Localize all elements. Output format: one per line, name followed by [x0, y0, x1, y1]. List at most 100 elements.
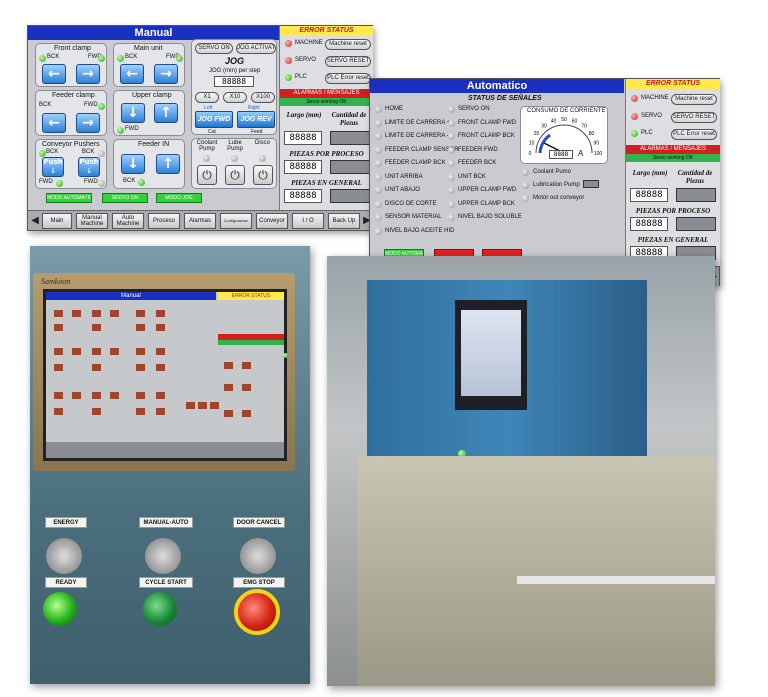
jog-step-input[interactable]: 88888: [214, 76, 254, 87]
servo-on-button[interactable]: SERVO ON: [102, 193, 148, 203]
cycle-start-button[interactable]: [143, 592, 177, 626]
front-clamp-left-button[interactable]: ←: [42, 64, 66, 84]
x10-button[interactable]: X10: [223, 92, 247, 103]
jog-activated-toggle[interactable]: JOG ACTIVATED: [236, 43, 276, 54]
cut-label: Cut: [208, 129, 216, 135]
hmi-frame: Manual ERROR STATUS: [43, 289, 287, 461]
status-label: LIMITE DE CARRERA +: [385, 119, 451, 126]
feeder-clamp-left-button[interactable]: ←: [42, 113, 66, 133]
collage: Manual Front clamp BCK FWD ← → Main unit…: [0, 0, 768, 697]
pusher-left-indicator: [39, 150, 46, 157]
mini-button: [156, 392, 165, 399]
door-cancel-selector[interactable]: [240, 538, 276, 574]
energy-label: ENERGY: [45, 517, 87, 528]
main-unit-right-button[interactable]: →: [154, 64, 178, 84]
mini-button: [242, 410, 251, 417]
largo-value[interactable]: 88888: [284, 131, 322, 145]
x1-button[interactable]: X1: [195, 92, 219, 103]
coolant-power-button[interactable]: ⏻: [197, 165, 217, 185]
servo-reset-button[interactable]: SERVO RESET: [325, 56, 371, 67]
main-unit-left-button[interactable]: ←: [120, 64, 144, 84]
gauge-tick-label: 100: [594, 151, 603, 157]
largo-value[interactable]: 88888: [630, 188, 668, 202]
emg-stop-button[interactable]: [234, 589, 280, 635]
machine-reset-button[interactable]: Machine reset: [671, 94, 717, 105]
front-clamp-right-button[interactable]: →: [76, 64, 100, 84]
modo-automatico-button[interactable]: MODO AUTOMATICO: [46, 193, 92, 203]
jog-fwd-button[interactable]: JOG FWD: [195, 111, 233, 128]
gauge-readout: 8888: [549, 150, 573, 159]
manual-nav-bar: ◀ Main Manual Machine Auto Machine Proce…: [28, 210, 372, 230]
nav-proceso[interactable]: Proceso: [148, 213, 180, 229]
feeder-clamp-right-button[interactable]: →: [76, 113, 100, 133]
nav-auto[interactable]: Auto Machine: [112, 213, 144, 229]
feeder-in-group: Feeder IN ↓ ↑ BCK: [113, 139, 185, 189]
disco-label: Disco: [255, 140, 271, 146]
plc-reset-button[interactable]: PLC Error reset: [325, 73, 371, 84]
modo-jog-button[interactable]: MODO JOG: [156, 193, 202, 203]
mini-button: [136, 324, 145, 331]
error-status-title: ERROR STATUS: [280, 26, 373, 36]
nav-configuracion[interactable]: Configuracion: [220, 213, 252, 229]
mini-title: Manual: [46, 292, 216, 300]
nav-backup[interactable]: Back Up: [328, 213, 360, 229]
machine-reset-button[interactable]: Machine reset: [325, 39, 371, 50]
push-left-button[interactable]: Push ↓: [42, 157, 64, 177]
piezas-proceso-value[interactable]: 88888: [284, 160, 322, 174]
piezas-proceso-label: PIEZAS POR PROCESO: [635, 207, 711, 215]
manual-auto-label: MANUAL-AUTO: [139, 517, 193, 528]
machine-hmi-screen: [461, 310, 521, 396]
door-cancel-label: DOOR CANCEL: [233, 517, 285, 528]
plc-reset-button[interactable]: PLC Error reset: [671, 129, 717, 140]
piezas-general-value[interactable]: 88888: [284, 189, 322, 203]
x100-button[interactable]: X100: [251, 92, 275, 103]
servo-on-toggle[interactable]: SERVO ON: [195, 43, 233, 54]
fwd-label: FWD: [84, 102, 98, 108]
piezas-general-label: PIEZAS EN GENERAL: [637, 236, 709, 244]
piezas-proceso-value[interactable]: 88888: [630, 217, 668, 231]
status-label: UNIT ABAJO: [385, 187, 420, 193]
status-label: FEEDER FWD: [458, 146, 498, 153]
manual-screen: Manual Front clamp BCK FWD ← → Main unit…: [27, 25, 373, 231]
servo-reset-button[interactable]: SERVO RESET: [671, 112, 717, 123]
nav-io[interactable]: I / O: [292, 213, 324, 229]
pusher-right-indicator: [98, 150, 105, 157]
nav-alarmas[interactable]: Alarmas: [184, 213, 216, 229]
nav-main[interactable]: Main: [42, 213, 72, 229]
disco-power-button[interactable]: ⏻: [253, 165, 273, 185]
motor-conveyor-indicator: [522, 195, 529, 202]
manual-error-panel: ERROR STATUS MACHINE Machine reset SERVO…: [279, 26, 373, 210]
status-label: UPPER CLAMP FWD: [458, 187, 517, 193]
motor-conveyor-label: Motor out conveyor: [533, 195, 585, 201]
status-indicator: [375, 227, 382, 235]
machine-hmi: [455, 300, 527, 410]
push-right-button[interactable]: Push ↓: [78, 157, 100, 177]
jog-rev-button[interactable]: JOG REV: [237, 111, 275, 128]
feeder-in-up-button[interactable]: ↑: [156, 154, 180, 174]
nav-prev-icon[interactable]: ◀: [30, 213, 40, 229]
status-indicator: [375, 173, 382, 181]
lube-label: Lube Pump: [227, 140, 243, 152]
nav-conveyor[interactable]: Conveyor: [256, 213, 288, 229]
upper-clamp-down-button[interactable]: ↓: [121, 103, 145, 123]
mini-button: [136, 408, 145, 415]
mini-button: [72, 348, 81, 355]
status-label: NIVEL BAJO SOLUBLE: [458, 214, 522, 220]
mini-button: [224, 410, 233, 417]
mini-button: [136, 364, 145, 371]
nav-manual[interactable]: Manual Machine: [76, 213, 108, 229]
status-indicator: [448, 173, 455, 181]
mini-button: [110, 310, 119, 317]
mini-button: [186, 402, 195, 409]
mini-button: [156, 324, 165, 331]
servo-ok-message: Servo working OK: [280, 98, 373, 106]
lube-indicator: [231, 155, 238, 162]
main-unit-bck-indicator: [117, 55, 124, 62]
lube-power-button[interactable]: ⏻: [225, 165, 245, 185]
feeder-in-down-button[interactable]: ↓: [121, 154, 145, 174]
machine-photo: [327, 256, 715, 686]
upper-clamp-up-button[interactable]: ↑: [154, 103, 178, 123]
energy-keyswitch[interactable]: [46, 538, 82, 574]
feeder-in-label: Feeder IN: [138, 141, 170, 148]
manual-auto-selector[interactable]: [145, 538, 181, 574]
